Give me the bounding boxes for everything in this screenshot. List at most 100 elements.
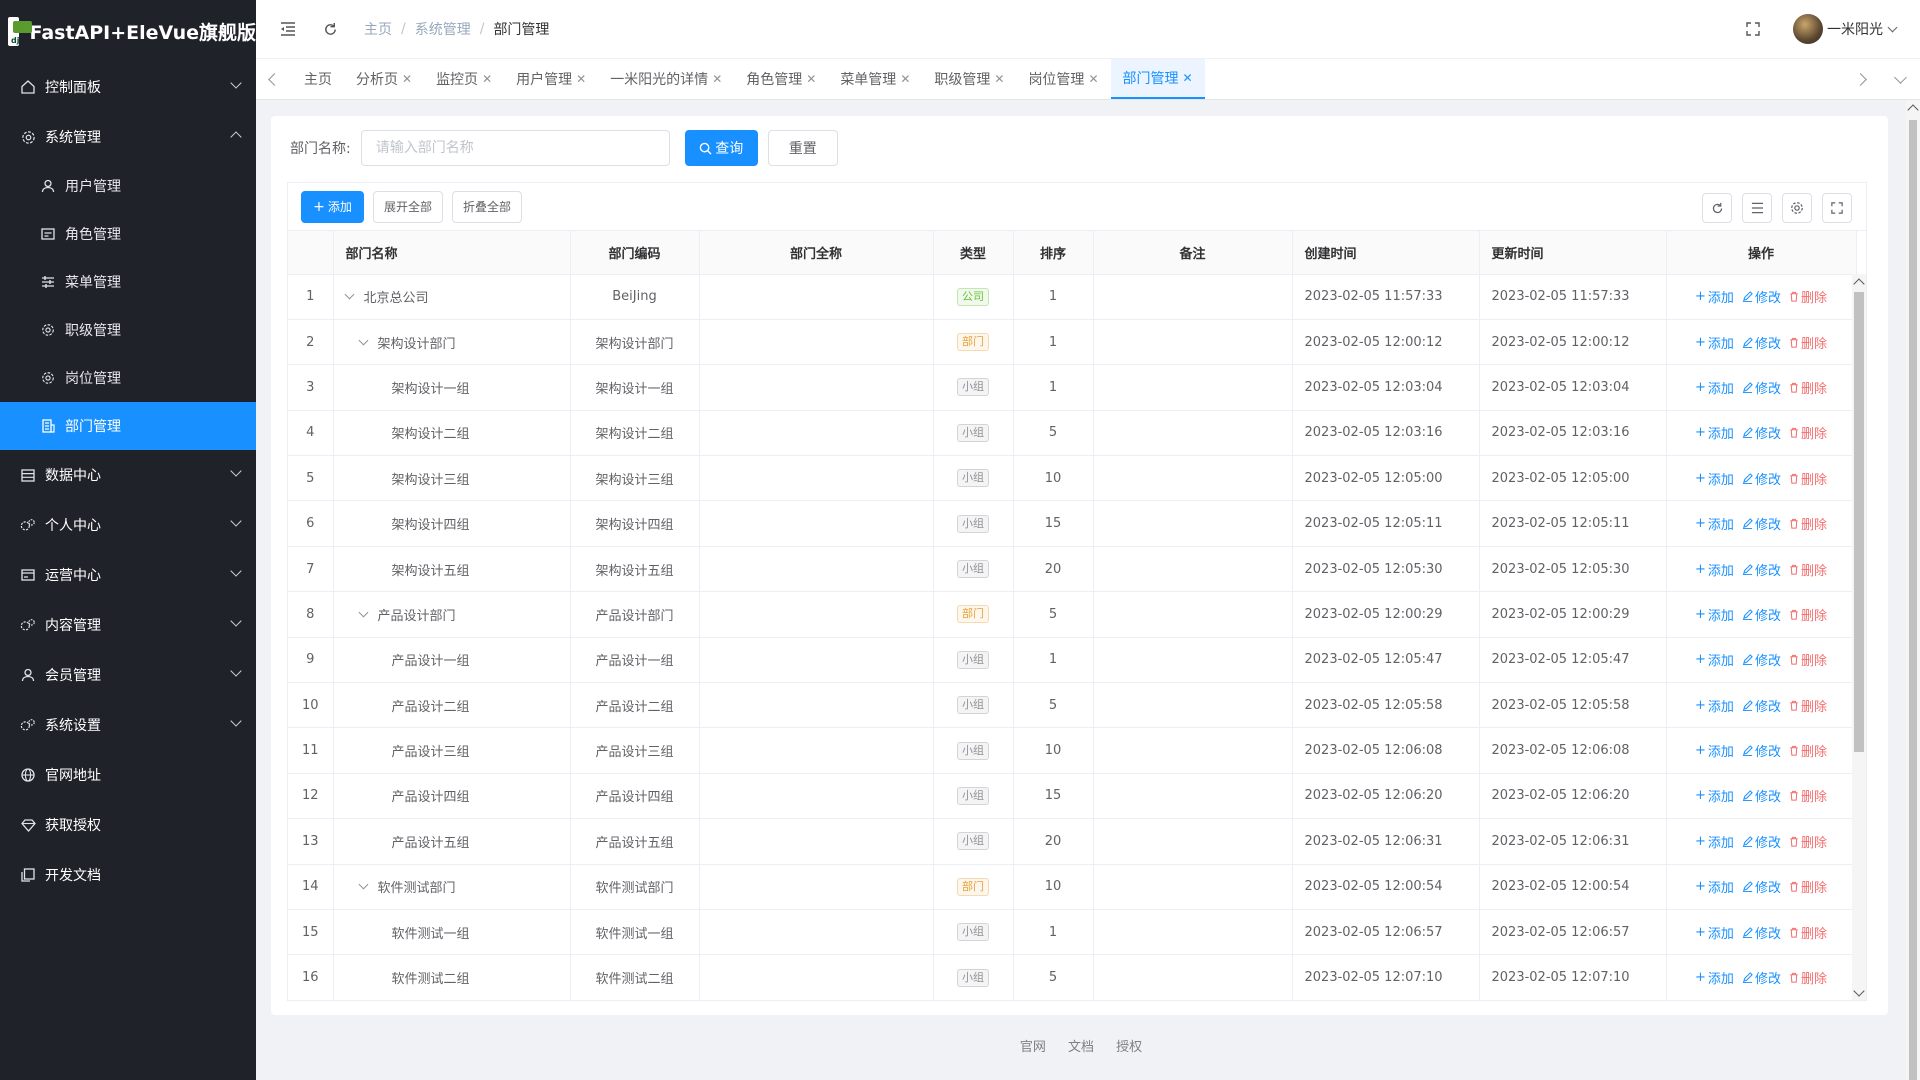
tree-expand-icon[interactable] bbox=[358, 335, 368, 345]
tab[interactable]: 一米阳光的详情✕ bbox=[598, 59, 734, 99]
column-settings-icon[interactable] bbox=[1782, 193, 1812, 223]
row-delete-link[interactable]: 删除 bbox=[1789, 877, 1827, 896]
row-add-link[interactable]: +添加 bbox=[1695, 696, 1734, 715]
row-add-link[interactable]: +添加 bbox=[1695, 605, 1734, 624]
row-delete-link[interactable]: 删除 bbox=[1789, 650, 1827, 669]
close-icon[interactable]: ✕ bbox=[482, 72, 492, 86]
row-edit-link[interactable]: 修改 bbox=[1742, 514, 1781, 533]
query-button[interactable]: 查询 bbox=[685, 130, 758, 166]
row-delete-link[interactable]: 删除 bbox=[1789, 786, 1827, 805]
table-row[interactable]: 9产品设计一组产品设计一组小组12023-02-05 12:05:472023-… bbox=[288, 637, 1856, 682]
row-delete-link[interactable]: 删除 bbox=[1789, 560, 1827, 579]
close-icon[interactable]: ✕ bbox=[576, 72, 586, 86]
table-row[interactable]: 12产品设计四组产品设计四组小组152023-02-05 12:06:20202… bbox=[288, 773, 1856, 818]
close-icon[interactable]: ✕ bbox=[994, 72, 1004, 86]
scroll-up-icon[interactable] bbox=[1907, 104, 1918, 115]
footer-link-docs[interactable]: 文档 bbox=[1068, 1040, 1094, 1055]
tab[interactable]: 菜单管理✕ bbox=[828, 59, 922, 99]
sidebar-item[interactable]: 数据中心 bbox=[0, 450, 256, 500]
row-add-link[interactable]: +添加 bbox=[1695, 832, 1734, 851]
sidebar-item[interactable]: 系统管理 bbox=[0, 112, 256, 162]
row-delete-link[interactable]: 删除 bbox=[1789, 741, 1827, 760]
column-header[interactable]: 备注 bbox=[1093, 231, 1292, 274]
table-row[interactable]: 5架构设计三组架构设计三组小组102023-02-05 12:05:002023… bbox=[288, 456, 1856, 501]
row-edit-link[interactable]: 修改 bbox=[1742, 560, 1781, 579]
row-add-link[interactable]: +添加 bbox=[1695, 877, 1734, 896]
sidebar-subitem[interactable]: 角色管理 bbox=[0, 210, 256, 258]
row-edit-link[interactable]: 修改 bbox=[1742, 786, 1781, 805]
table-row[interactable]: 6架构设计四组架构设计四组小组152023-02-05 12:05:112023… bbox=[288, 501, 1856, 546]
tab[interactable]: 用户管理✕ bbox=[504, 59, 598, 99]
sidebar-subitem[interactable]: 菜单管理 bbox=[0, 258, 256, 306]
density-icon[interactable] bbox=[1742, 193, 1772, 223]
table-row[interactable]: 16软件测试二组软件测试二组小组52023-02-05 12:07:102023… bbox=[288, 955, 1856, 1000]
row-add-link[interactable]: +添加 bbox=[1695, 469, 1734, 488]
tab[interactable]: 职级管理✕ bbox=[922, 59, 1016, 99]
row-delete-link[interactable]: 删除 bbox=[1789, 832, 1827, 851]
dept-name-search-input[interactable] bbox=[361, 130, 670, 166]
column-header[interactable]: 部门编码 bbox=[570, 231, 699, 274]
row-edit-link[interactable]: 修改 bbox=[1742, 832, 1781, 851]
table-row[interactable]: 10产品设计二组产品设计二组小组52023-02-05 12:05:582023… bbox=[288, 683, 1856, 728]
page-scrollbar[interactable] bbox=[1906, 100, 1920, 1080]
avatar[interactable] bbox=[1793, 14, 1823, 44]
tab[interactable]: 监控页✕ bbox=[424, 59, 504, 99]
column-header[interactable]: 更新时间 bbox=[1479, 231, 1666, 274]
table-row[interactable]: 3架构设计一组架构设计一组小组12023-02-05 12:03:042023-… bbox=[288, 365, 1856, 410]
column-header[interactable]: 排序 bbox=[1013, 231, 1093, 274]
row-add-link[interactable]: +添加 bbox=[1695, 333, 1734, 352]
tab[interactable]: 主页 bbox=[292, 59, 344, 99]
table-row[interactable]: 1北京总公司BeiJing公司12023-02-05 11:57:332023-… bbox=[288, 274, 1856, 319]
user-name[interactable]: 一米阳光 bbox=[1827, 19, 1883, 39]
row-delete-link[interactable]: 删除 bbox=[1789, 469, 1827, 488]
reset-button[interactable]: 重置 bbox=[768, 130, 838, 166]
row-delete-link[interactable]: 删除 bbox=[1789, 333, 1827, 352]
tree-expand-icon[interactable] bbox=[358, 880, 368, 890]
sidebar-item[interactable]: 会员管理 bbox=[0, 650, 256, 700]
row-add-link[interactable]: +添加 bbox=[1695, 378, 1734, 397]
tab-scroll-left-button[interactable] bbox=[256, 59, 292, 99]
table-row[interactable]: 4架构设计二组架构设计二组小组52023-02-05 12:03:162023-… bbox=[288, 410, 1856, 455]
row-edit-link[interactable]: 修改 bbox=[1742, 287, 1781, 306]
row-edit-link[interactable]: 修改 bbox=[1742, 923, 1781, 942]
sidebar-item[interactable]: 官网地址 bbox=[0, 750, 256, 800]
add-button[interactable]: + 添加 bbox=[301, 191, 364, 223]
row-edit-link[interactable]: 修改 bbox=[1742, 605, 1781, 624]
row-add-link[interactable]: +添加 bbox=[1695, 287, 1734, 306]
close-icon[interactable]: ✕ bbox=[402, 72, 412, 86]
row-delete-link[interactable]: 删除 bbox=[1789, 968, 1827, 987]
scrollbar-thumb[interactable] bbox=[1854, 292, 1864, 752]
close-icon[interactable]: ✕ bbox=[900, 72, 910, 86]
row-add-link[interactable]: +添加 bbox=[1695, 514, 1734, 533]
row-add-link[interactable]: +添加 bbox=[1695, 650, 1734, 669]
menu-fold-icon[interactable] bbox=[278, 19, 298, 39]
refresh-icon[interactable] bbox=[320, 19, 340, 39]
chevron-down-icon[interactable] bbox=[1888, 22, 1898, 32]
row-add-link[interactable]: +添加 bbox=[1695, 786, 1734, 805]
tab-dropdown-button[interactable] bbox=[1880, 77, 1920, 82]
row-add-link[interactable]: +添加 bbox=[1695, 560, 1734, 579]
row-add-link[interactable]: +添加 bbox=[1695, 923, 1734, 942]
row-edit-link[interactable]: 修改 bbox=[1742, 378, 1781, 397]
tab[interactable]: 部门管理✕ bbox=[1111, 59, 1205, 99]
row-add-link[interactable]: +添加 bbox=[1695, 741, 1734, 760]
tab[interactable]: 分析页✕ bbox=[344, 59, 424, 99]
close-icon[interactable]: ✕ bbox=[1088, 72, 1098, 86]
table-row[interactable]: 13产品设计五组产品设计五组小组202023-02-05 12:06:31202… bbox=[288, 819, 1856, 864]
close-icon[interactable]: ✕ bbox=[1183, 71, 1193, 85]
footer-link-license[interactable]: 授权 bbox=[1116, 1040, 1142, 1055]
row-delete-link[interactable]: 删除 bbox=[1789, 423, 1827, 442]
breadcrumb-system[interactable]: 系统管理 bbox=[415, 19, 471, 39]
table-row[interactable]: 14软件测试部门软件测试部门部门102023-02-05 12:00:54202… bbox=[288, 864, 1856, 909]
sidebar-subitem[interactable]: 用户管理 bbox=[0, 162, 256, 210]
row-edit-link[interactable]: 修改 bbox=[1742, 696, 1781, 715]
breadcrumb-home[interactable]: 主页 bbox=[364, 19, 392, 39]
column-header[interactable]: 类型 bbox=[933, 231, 1013, 274]
scroll-up-icon[interactable] bbox=[1853, 278, 1864, 289]
close-icon[interactable]: ✕ bbox=[806, 72, 816, 86]
scroll-down-icon[interactable] bbox=[1853, 985, 1864, 996]
row-delete-link[interactable]: 删除 bbox=[1789, 923, 1827, 942]
sidebar-item[interactable]: 系统设置 bbox=[0, 700, 256, 750]
row-edit-link[interactable]: 修改 bbox=[1742, 333, 1781, 352]
footer-link-website[interactable]: 官网 bbox=[1020, 1040, 1046, 1055]
